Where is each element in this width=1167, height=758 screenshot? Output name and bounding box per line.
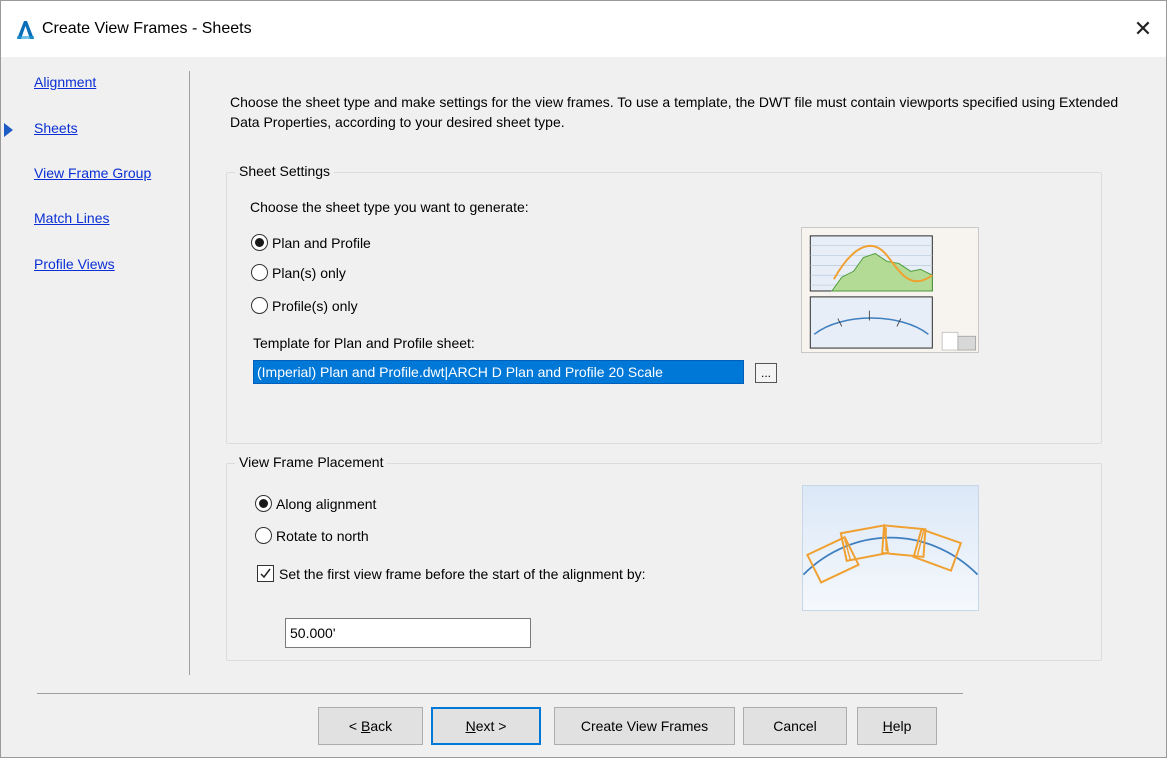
radio-circle-checked [255, 495, 272, 512]
title-bar: Create View Frames - Sheets ✕ [1, 1, 1166, 57]
radio-profiles-only[interactable]: Profile(s) only [251, 297, 358, 314]
checkbox-label: Set the first view frame before the star… [279, 565, 646, 582]
checkmark-icon [257, 565, 274, 582]
back-button[interactable]: < Back [318, 707, 423, 745]
next-button[interactable]: Next > [431, 707, 541, 745]
nav-item-view-frame-group[interactable]: View Frame Group [34, 165, 151, 181]
view-frame-placement-label: View Frame Placement [235, 454, 388, 470]
plan-profile-preview-image [801, 227, 979, 353]
button-label: ext > [475, 718, 507, 734]
offset-checkbox[interactable]: Set the first view frame before the star… [257, 565, 646, 582]
sheet-type-prompt: Choose the sheet type you want to genera… [250, 199, 529, 215]
nav-item-match-lines[interactable]: Match Lines [34, 210, 109, 226]
button-label: < [348, 718, 361, 734]
radio-label: Plan and Profile [272, 234, 371, 251]
create-view-frames-dialog: Create View Frames - Sheets ✕ Alignment … [0, 0, 1167, 758]
sheet-settings-label: Sheet Settings [235, 163, 335, 179]
template-path-field[interactable]: (Imperial) Plan and Profile.dwt|ARCH D P… [253, 360, 744, 384]
nav-item-sheets[interactable]: Sheets [34, 120, 78, 136]
button-label: ack [370, 718, 393, 734]
nav-item-alignment[interactable]: Alignment [34, 74, 96, 90]
radio-label: Along alignment [276, 495, 377, 512]
radio-label: Plan(s) only [272, 264, 346, 281]
template-label: Template for Plan and Profile sheet: [253, 335, 475, 351]
intro-description: Choose the sheet type and make settings … [230, 94, 1119, 130]
close-icon[interactable]: ✕ [1120, 1, 1166, 57]
radio-circle [251, 297, 268, 314]
bottom-divider [37, 693, 963, 694]
create-view-frames-button[interactable]: Create View Frames [554, 707, 735, 745]
radio-circle-checked [251, 234, 268, 251]
nav-divider [189, 71, 190, 675]
radio-plans-only[interactable]: Plan(s) only [251, 264, 346, 281]
button-mnemonic: H [882, 718, 893, 734]
window-title: Create View Frames - Sheets [42, 20, 252, 37]
offset-distance-input[interactable]: 50.000' [285, 618, 531, 648]
button-mnemonic: B [360, 718, 371, 734]
radio-circle [255, 527, 272, 544]
current-page-arrow-icon [4, 123, 13, 137]
autocad-app-icon [17, 21, 34, 39]
radio-rotate-to-north[interactable]: Rotate to north [255, 527, 369, 544]
radio-label: Profile(s) only [272, 297, 358, 314]
help-button[interactable]: Help [857, 707, 937, 745]
radio-label: Rotate to north [276, 527, 369, 544]
button-label: elp [892, 718, 912, 734]
radio-along-alignment[interactable]: Along alignment [255, 495, 376, 512]
cancel-button[interactable]: Cancel [743, 707, 847, 745]
radio-circle [251, 264, 268, 281]
browse-template-button[interactable]: ... [755, 363, 777, 383]
radio-plan-and-profile[interactable]: Plan and Profile [251, 234, 371, 251]
nav-item-profile-views[interactable]: Profile Views [34, 256, 115, 272]
view-frame-placement-preview-image [802, 485, 979, 611]
button-mnemonic: N [465, 718, 476, 734]
